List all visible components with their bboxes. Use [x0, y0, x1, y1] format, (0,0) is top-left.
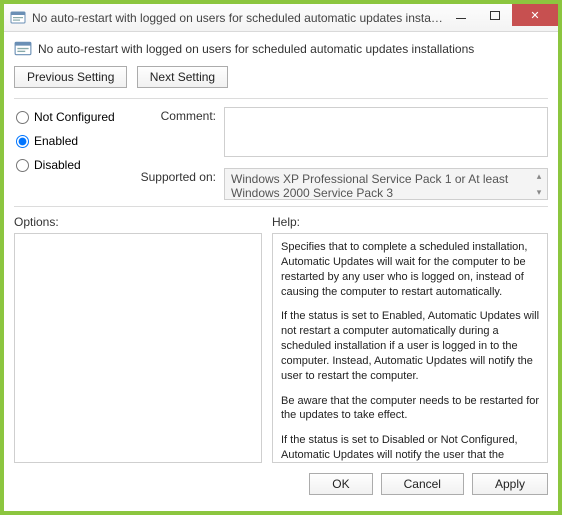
close-button[interactable] — [512, 4, 558, 26]
policy-icon — [10, 10, 26, 26]
radio-not-configured-input[interactable] — [16, 111, 29, 124]
options-panel — [14, 233, 262, 463]
policy-title-text: No auto-restart with logged on users for… — [38, 42, 474, 56]
apply-button[interactable]: Apply — [472, 473, 548, 495]
next-setting-button[interactable]: Next Setting — [137, 66, 228, 88]
help-text: Specifies that to complete a scheduled i… — [281, 240, 543, 299]
comment-label: Comment: — [134, 107, 224, 160]
radio-label: Not Configured — [34, 110, 115, 124]
options-label: Options: — [14, 215, 262, 229]
supported-on-field: Windows XP Professional Service Pack 1 o… — [224, 168, 548, 200]
help-label: Help: — [272, 215, 548, 229]
comment-input[interactable] — [224, 107, 548, 157]
cancel-button[interactable]: Cancel — [381, 473, 464, 495]
help-text: If the status is set to Enabled, Automat… — [281, 309, 543, 383]
help-text: If the status is set to Disabled or Not … — [281, 433, 543, 463]
window-controls — [444, 4, 558, 31]
maximize-button[interactable] — [478, 4, 512, 26]
policy-header: No auto-restart with logged on users for… — [14, 40, 548, 58]
help-panel[interactable]: Specifies that to complete a scheduled i… — [272, 233, 548, 463]
window-title: No auto-restart with logged on users for… — [32, 11, 444, 25]
radio-enabled-input[interactable] — [16, 135, 29, 148]
supported-on-label: Supported on: — [134, 168, 224, 200]
help-text: Be aware that the computer needs to be r… — [281, 394, 543, 424]
policy-icon — [14, 40, 32, 58]
titlebar: No auto-restart with logged on users for… — [4, 4, 558, 32]
radio-disabled[interactable]: Disabled — [14, 158, 134, 172]
minimize-button[interactable] — [444, 4, 478, 26]
ok-button[interactable]: OK — [309, 473, 372, 495]
radio-enabled[interactable]: Enabled — [14, 134, 134, 148]
radio-disabled-input[interactable] — [16, 159, 29, 172]
previous-setting-button[interactable]: Previous Setting — [14, 66, 127, 88]
radio-label: Disabled — [34, 158, 81, 172]
radio-not-configured[interactable]: Not Configured — [14, 110, 134, 124]
radio-label: Enabled — [34, 134, 78, 148]
